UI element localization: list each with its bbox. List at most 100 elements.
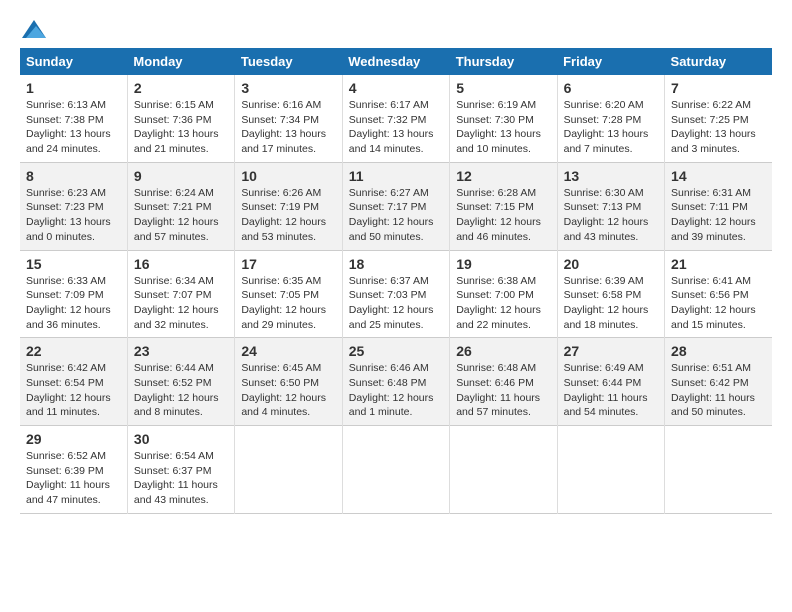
weekday-header-monday: Monday bbox=[127, 48, 234, 75]
calendar-cell bbox=[235, 426, 342, 514]
day-number: 5 bbox=[456, 80, 550, 96]
day-number: 19 bbox=[456, 256, 550, 272]
day-number: 6 bbox=[564, 80, 658, 96]
day-info: Sunrise: 6:35 AM Sunset: 7:05 PM Dayligh… bbox=[241, 274, 335, 333]
calendar-cell: 2 Sunrise: 6:15 AM Sunset: 7:36 PM Daylig… bbox=[127, 75, 234, 162]
day-info: Sunrise: 6:39 AM Sunset: 6:58 PM Dayligh… bbox=[564, 274, 658, 333]
calendar-cell: 7 Sunrise: 6:22 AM Sunset: 7:25 PM Daylig… bbox=[665, 75, 772, 162]
day-number: 16 bbox=[134, 256, 228, 272]
day-info: Sunrise: 6:34 AM Sunset: 7:07 PM Dayligh… bbox=[134, 274, 228, 333]
day-number: 23 bbox=[134, 343, 228, 359]
day-info: Sunrise: 6:20 AM Sunset: 7:28 PM Dayligh… bbox=[564, 98, 658, 157]
calendar-week-row: 15 Sunrise: 6:33 AM Sunset: 7:09 PM Dayli… bbox=[20, 250, 772, 338]
day-info: Sunrise: 6:19 AM Sunset: 7:30 PM Dayligh… bbox=[456, 98, 550, 157]
calendar-cell: 23 Sunrise: 6:44 AM Sunset: 6:52 PM Dayli… bbox=[127, 338, 234, 426]
day-info: Sunrise: 6:42 AM Sunset: 6:54 PM Dayligh… bbox=[26, 361, 121, 420]
day-number: 12 bbox=[456, 168, 550, 184]
day-number: 27 bbox=[564, 343, 658, 359]
day-number: 4 bbox=[349, 80, 443, 96]
calendar-cell: 10 Sunrise: 6:26 AM Sunset: 7:19 PM Dayli… bbox=[235, 162, 342, 250]
calendar-cell: 1 Sunrise: 6:13 AM Sunset: 7:38 PM Daylig… bbox=[20, 75, 127, 162]
calendar-cell: 8 Sunrise: 6:23 AM Sunset: 7:23 PM Daylig… bbox=[20, 162, 127, 250]
calendar-week-row: 22 Sunrise: 6:42 AM Sunset: 6:54 PM Dayli… bbox=[20, 338, 772, 426]
logo bbox=[20, 20, 46, 38]
day-info: Sunrise: 6:28 AM Sunset: 7:15 PM Dayligh… bbox=[456, 186, 550, 245]
day-info: Sunrise: 6:41 AM Sunset: 6:56 PM Dayligh… bbox=[671, 274, 766, 333]
day-info: Sunrise: 6:13 AM Sunset: 7:38 PM Dayligh… bbox=[26, 98, 121, 157]
calendar-cell: 3 Sunrise: 6:16 AM Sunset: 7:34 PM Daylig… bbox=[235, 75, 342, 162]
day-info: Sunrise: 6:17 AM Sunset: 7:32 PM Dayligh… bbox=[349, 98, 443, 157]
weekday-header-wednesday: Wednesday bbox=[342, 48, 449, 75]
logo-icon bbox=[22, 20, 46, 38]
day-info: Sunrise: 6:24 AM Sunset: 7:21 PM Dayligh… bbox=[134, 186, 228, 245]
day-number: 30 bbox=[134, 431, 228, 447]
day-info: Sunrise: 6:46 AM Sunset: 6:48 PM Dayligh… bbox=[349, 361, 443, 420]
calendar-cell: 28Sunrise: 6:51 AM Sunset: 6:42 PM Dayli… bbox=[665, 338, 772, 426]
day-info: Sunrise: 6:38 AM Sunset: 7:00 PM Dayligh… bbox=[456, 274, 550, 333]
day-number: 3 bbox=[241, 80, 335, 96]
weekday-header-friday: Friday bbox=[557, 48, 664, 75]
day-info: Sunrise: 6:16 AM Sunset: 7:34 PM Dayligh… bbox=[241, 98, 335, 157]
calendar-cell: 13 Sunrise: 6:30 AM Sunset: 7:13 PM Dayli… bbox=[557, 162, 664, 250]
day-info: Sunrise: 6:54 AM Sunset: 6:37 PM Dayligh… bbox=[134, 449, 228, 508]
calendar-cell: 30 Sunrise: 6:54 AM Sunset: 6:37 PM Dayli… bbox=[127, 426, 234, 514]
weekday-header-saturday: Saturday bbox=[665, 48, 772, 75]
calendar-cell: 9 Sunrise: 6:24 AM Sunset: 7:21 PM Daylig… bbox=[127, 162, 234, 250]
day-number: 13 bbox=[564, 168, 658, 184]
day-number: 26 bbox=[456, 343, 550, 359]
day-number: 11 bbox=[349, 168, 443, 184]
day-number: 17 bbox=[241, 256, 335, 272]
day-info: Sunrise: 6:45 AM Sunset: 6:50 PM Dayligh… bbox=[241, 361, 335, 420]
day-number: 2 bbox=[134, 80, 228, 96]
calendar-cell: 12 Sunrise: 6:28 AM Sunset: 7:15 PM Dayli… bbox=[450, 162, 557, 250]
day-number: 25 bbox=[349, 343, 443, 359]
day-number: 21 bbox=[671, 256, 766, 272]
calendar-cell: 14Sunrise: 6:31 AM Sunset: 7:11 PM Dayli… bbox=[665, 162, 772, 250]
day-info: Sunrise: 6:49 AM Sunset: 6:44 PM Dayligh… bbox=[564, 361, 658, 420]
day-info: Sunrise: 6:52 AM Sunset: 6:39 PM Dayligh… bbox=[26, 449, 121, 508]
weekday-header-sunday: Sunday bbox=[20, 48, 127, 75]
calendar-cell: 17 Sunrise: 6:35 AM Sunset: 7:05 PM Dayli… bbox=[235, 250, 342, 338]
day-info: Sunrise: 6:48 AM Sunset: 6:46 PM Dayligh… bbox=[456, 361, 550, 420]
day-info: Sunrise: 6:30 AM Sunset: 7:13 PM Dayligh… bbox=[564, 186, 658, 245]
calendar-cell: 24 Sunrise: 6:45 AM Sunset: 6:50 PM Dayli… bbox=[235, 338, 342, 426]
day-info: Sunrise: 6:22 AM Sunset: 7:25 PM Dayligh… bbox=[671, 98, 766, 157]
calendar-cell: 22 Sunrise: 6:42 AM Sunset: 6:54 PM Dayli… bbox=[20, 338, 127, 426]
calendar-cell: 20 Sunrise: 6:39 AM Sunset: 6:58 PM Dayli… bbox=[557, 250, 664, 338]
calendar-cell: 25 Sunrise: 6:46 AM Sunset: 6:48 PM Dayli… bbox=[342, 338, 449, 426]
day-number: 24 bbox=[241, 343, 335, 359]
day-info: Sunrise: 6:26 AM Sunset: 7:19 PM Dayligh… bbox=[241, 186, 335, 245]
calendar-week-row: 1 Sunrise: 6:13 AM Sunset: 7:38 PM Daylig… bbox=[20, 75, 772, 162]
day-info: Sunrise: 6:27 AM Sunset: 7:17 PM Dayligh… bbox=[349, 186, 443, 245]
calendar-cell bbox=[342, 426, 449, 514]
calendar-week-row: 8 Sunrise: 6:23 AM Sunset: 7:23 PM Daylig… bbox=[20, 162, 772, 250]
day-number: 22 bbox=[26, 343, 121, 359]
day-number: 29 bbox=[26, 431, 121, 447]
calendar-cell: 11 Sunrise: 6:27 AM Sunset: 7:17 PM Dayli… bbox=[342, 162, 449, 250]
day-info: Sunrise: 6:23 AM Sunset: 7:23 PM Dayligh… bbox=[26, 186, 121, 245]
calendar-cell: 18Sunrise: 6:37 AM Sunset: 7:03 PM Dayli… bbox=[342, 250, 449, 338]
day-number: 1 bbox=[26, 80, 121, 96]
day-number: 10 bbox=[241, 168, 335, 184]
day-number: 9 bbox=[134, 168, 228, 184]
calendar-cell: 29 Sunrise: 6:52 AM Sunset: 6:39 PM Dayli… bbox=[20, 426, 127, 514]
calendar-cell: 26 Sunrise: 6:48 AM Sunset: 6:46 PM Dayli… bbox=[450, 338, 557, 426]
calendar-cell: 21 Sunrise: 6:41 AM Sunset: 6:56 PM Dayli… bbox=[665, 250, 772, 338]
weekday-header-row: SundayMondayTuesdayWednesdayThursdayFrid… bbox=[20, 48, 772, 75]
weekday-header-tuesday: Tuesday bbox=[235, 48, 342, 75]
weekday-header-thursday: Thursday bbox=[450, 48, 557, 75]
day-number: 7 bbox=[671, 80, 766, 96]
day-number: 8 bbox=[26, 168, 121, 184]
day-info: Sunrise: 6:33 AM Sunset: 7:09 PM Dayligh… bbox=[26, 274, 121, 333]
calendar-cell: 16 Sunrise: 6:34 AM Sunset: 7:07 PM Dayli… bbox=[127, 250, 234, 338]
calendar-cell bbox=[450, 426, 557, 514]
day-info: Sunrise: 6:44 AM Sunset: 6:52 PM Dayligh… bbox=[134, 361, 228, 420]
calendar-cell: 15 Sunrise: 6:33 AM Sunset: 7:09 PM Dayli… bbox=[20, 250, 127, 338]
day-info: Sunrise: 6:37 AM Sunset: 7:03 PM Dayligh… bbox=[349, 274, 443, 333]
day-number: 15 bbox=[26, 256, 121, 272]
calendar-cell bbox=[665, 426, 772, 514]
day-number: 20 bbox=[564, 256, 658, 272]
day-info: Sunrise: 6:15 AM Sunset: 7:36 PM Dayligh… bbox=[134, 98, 228, 157]
day-number: 28 bbox=[671, 343, 766, 359]
calendar-cell bbox=[557, 426, 664, 514]
